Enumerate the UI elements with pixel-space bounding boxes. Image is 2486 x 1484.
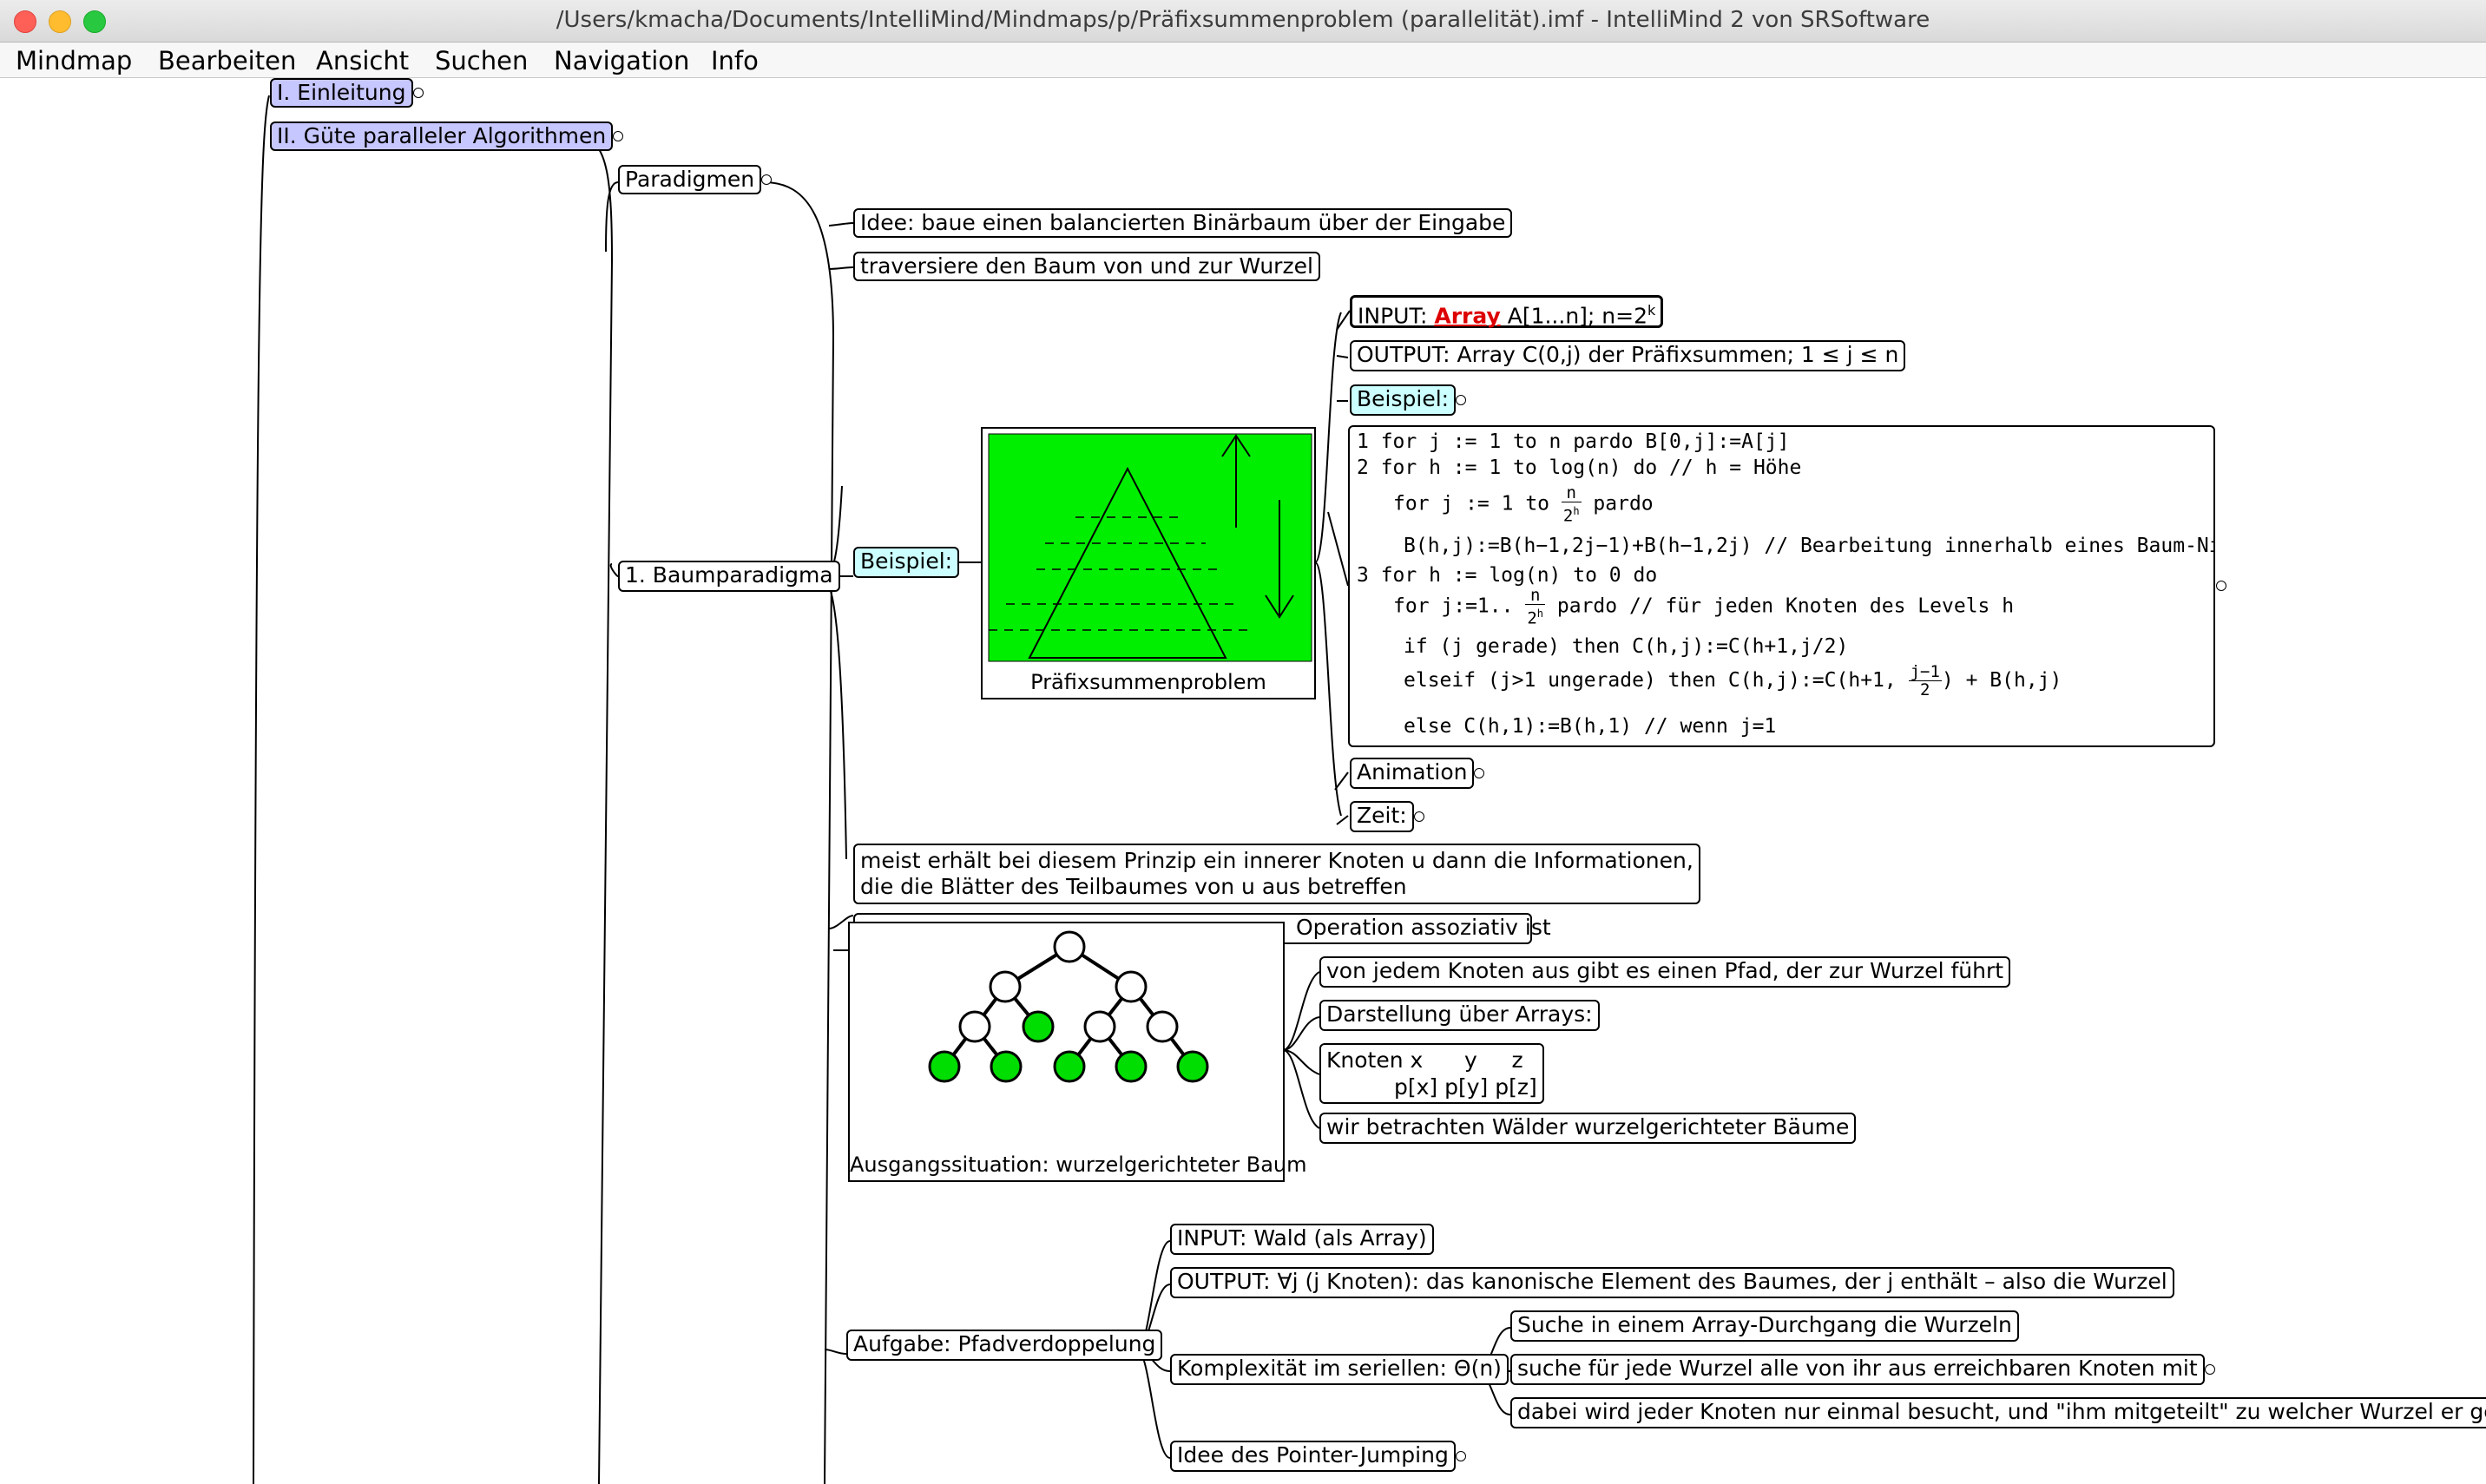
code-line-4: B(h,j):=B(h−1,2j−1)+B(h−1,2j) // Bearbei… bbox=[1404, 535, 2215, 557]
menu-bar: Mindmap Bearbeiten Ansicht Suchen Naviga… bbox=[0, 43, 2486, 78]
node-guete-paralleler-algorithmen[interactable]: II. Güte paralleler Algorithmen bbox=[270, 121, 624, 151]
node-animation[interactable]: Animation bbox=[1350, 758, 1485, 789]
node-komplexitaet[interactable]: Komplexität im seriellen: Θ(n) bbox=[1170, 1354, 1509, 1385]
node-darstellung[interactable]: Darstellung über Arrays: bbox=[1319, 1000, 1600, 1031]
collapse-toggle[interactable] bbox=[1413, 811, 1424, 822]
praefix-caption: Präfixsummenproblem bbox=[1030, 670, 1266, 694]
node-pfad[interactable]: von jedem Knoten aus gibt es einen Pfad,… bbox=[1319, 956, 2011, 988]
menu-mindmap[interactable]: Mindmap bbox=[16, 46, 132, 76]
node-output-wurzel[interactable]: OUTPUT: ∀j (j Knoten): das kanonische El… bbox=[1170, 1267, 2174, 1298]
collapse-toggle[interactable] bbox=[2216, 581, 2226, 591]
window-title: /Users/kmacha/Documents/IntelliMind/Mind… bbox=[556, 7, 1930, 33]
praefix-diagram bbox=[988, 433, 1312, 662]
node-idee[interactable]: Idee: baue einen balancierten Binärbaum … bbox=[853, 208, 1513, 238]
tree-image-node[interactable]: Ausgangssituation: wurzelgerichteter Bau… bbox=[848, 922, 1307, 1182]
array-keyword: Array bbox=[1434, 303, 1501, 329]
collapse-toggle[interactable] bbox=[1455, 1451, 1466, 1461]
node-dabei[interactable]: dabei wird jeder Knoten nur einmal besuc… bbox=[1510, 1397, 2486, 1428]
title-bar: /Users/kmacha/Documents/IntelliMind/Mind… bbox=[0, 0, 2486, 43]
code-line-5: 3 for h := log(n) to 0 do bbox=[1357, 564, 1658, 587]
node-meist[interactable]: meist erhält bei diesem Prinzip ein inne… bbox=[853, 844, 1700, 904]
menu-suchen[interactable]: Suchen bbox=[435, 46, 528, 76]
node-beispiel[interactable]: Beispiel: bbox=[853, 547, 960, 578]
node-paradigmen[interactable]: Paradigmen bbox=[618, 165, 773, 194]
node-baumparadigma[interactable]: 1. Baumparadigma bbox=[618, 561, 840, 592]
node-suche-wurzeln[interactable]: Suche in einem Array-Durchgang die Wurze… bbox=[1510, 1310, 2019, 1342]
menu-bearbeiten[interactable]: Bearbeiten bbox=[158, 46, 296, 76]
algorithm-code-node[interactable]: 1 for j := 1 to n pardo B[0,j]:=A[j] 2 f… bbox=[1348, 425, 2215, 747]
menu-ansicht[interactable]: Ansicht bbox=[316, 46, 409, 76]
menu-info[interactable]: Info bbox=[711, 46, 759, 76]
code-line-3: for j := 1 to n 2h pardo bbox=[1393, 483, 1654, 526]
node-zeit[interactable]: Zeit: bbox=[1350, 801, 1424, 832]
node-knoten-array[interactable]: Knoten x y z p[x] p[y] p[z] bbox=[1319, 1043, 1544, 1104]
node-einleitung[interactable]: I. Einleitung bbox=[270, 78, 424, 108]
node-input-wald[interactable]: INPUT: Wald (als Array) bbox=[1170, 1224, 1434, 1255]
collapse-toggle[interactable] bbox=[2204, 1364, 2215, 1375]
node-output[interactable]: OUTPUT: Array C(0,j) der Präfixsummen; 1… bbox=[1350, 340, 1906, 371]
tree-caption: Ausgangssituation: wurzelgerichteter Bau… bbox=[850, 1152, 1307, 1177]
node-input[interactable]: INPUT: Array A[1...n]; n=2k bbox=[1350, 295, 1664, 329]
node-beispiel-2[interactable]: Beispiel: bbox=[1350, 384, 1467, 416]
node-traversiere[interactable]: traversiere den Baum von und zur Wurzel bbox=[853, 252, 1320, 281]
code-line-6: for j:=1.. n 2h pardo // für jeden Knoten… bbox=[1393, 586, 2015, 628]
code-line-9: else C(h,1):=B(h,1) // wenn j=1 bbox=[1404, 715, 1777, 738]
mindmap-canvas[interactable]: I. Einleitung II. Güte paralleler Algori… bbox=[0, 78, 2486, 1484]
code-line-8: elseif (j>1 ungerade) then C(h,j):=C(h+1… bbox=[1404, 662, 2062, 699]
node-suche-erreichbar[interactable]: suche für jede Wurzel alle von ihr aus e… bbox=[1510, 1354, 2215, 1385]
tree-diagram bbox=[928, 930, 1209, 1083]
code-line-7: if (j gerade) then C(h,j):=C(h+1,j/2) bbox=[1404, 635, 1849, 658]
code-line-1: 1 for j := 1 to n pardo B[0,j]:=A[j] bbox=[1357, 430, 1790, 453]
node-waelder[interactable]: wir betrachten Wälder wurzelgerichteter … bbox=[1319, 1113, 1857, 1144]
collapse-toggle[interactable] bbox=[412, 88, 424, 98]
node-aufgabe[interactable]: Aufgabe: Pfadverdoppelung bbox=[846, 1330, 1163, 1361]
code-line-2: 2 for h := 1 to log(n) do // h = Höhe bbox=[1357, 456, 1802, 479]
node-pointer-jumping[interactable]: Idee des Pointer-Jumping bbox=[1170, 1441, 1466, 1472]
collapse-toggle[interactable] bbox=[1456, 395, 1467, 405]
menu-navigation[interactable]: Navigation bbox=[554, 46, 689, 76]
praefixsummen-image-node[interactable]: Präfixsummenproblem bbox=[981, 427, 1316, 699]
